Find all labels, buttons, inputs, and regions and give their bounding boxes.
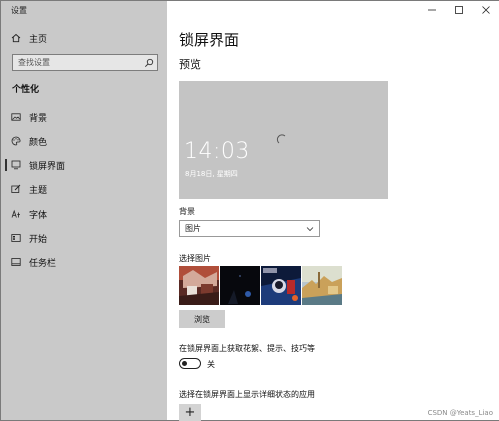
home-icon <box>11 33 21 43</box>
loading-spinner-icon <box>276 134 286 144</box>
sidebar-item-lock-screen[interactable]: 锁屏界面 <box>11 157 65 173</box>
main-content: 锁屏界面 预览 14:03 8月18日, 星期四 背景 图片 选择图片 浏览 在… <box>167 1 499 421</box>
sidebar-item-label: 锁屏界面 <box>29 161 66 172</box>
theme-icon <box>11 184 21 194</box>
watermark: CSDN @Yeats_Liao <box>427 409 493 417</box>
sidebar-item-home[interactable]: 主页 <box>11 30 47 46</box>
thumbnail-2[interactable] <box>220 266 260 305</box>
close-button[interactable] <box>472 1 499 19</box>
start-icon <box>11 233 21 243</box>
thumbnail-4[interactable] <box>302 266 342 305</box>
background-label: 背景 <box>179 207 195 216</box>
lock-screen-preview: 14:03 8月18日, 星期四 <box>179 81 388 199</box>
preview-time: 14:03 <box>184 139 250 164</box>
sidebar-item-colors[interactable]: 颜色 <box>11 133 47 149</box>
page-title: 锁屏界面 <box>179 31 240 49</box>
sidebar-item-label: 开始 <box>29 234 48 245</box>
sidebar-item-label: 字体 <box>29 210 48 221</box>
sidebar-item-taskbar[interactable]: 任务栏 <box>11 254 56 270</box>
search-icon[interactable] <box>144 58 154 68</box>
sidebar-item-themes[interactable]: 主题 <box>11 181 47 197</box>
background-dropdown-value: 图片 <box>185 224 201 233</box>
sidebar-item-start[interactable]: 开始 <box>11 230 47 246</box>
sidebar-item-label: 任务栏 <box>29 258 57 269</box>
caption-buttons <box>418 1 499 19</box>
picture-icon <box>11 112 21 122</box>
browse-button[interactable]: 浏览 <box>179 310 225 328</box>
section-heading: 个性化 <box>12 85 40 95</box>
sidebar: 设置 主页 个性化 背景 颜色 <box>1 1 167 420</box>
picture-thumbnails <box>179 266 342 305</box>
sidebar-item-label: 颜色 <box>29 137 48 148</box>
choose-picture-label: 选择图片 <box>179 254 211 263</box>
detailed-status-label: 选择在锁屏界面上显示详细状态的应用 <box>179 390 315 399</box>
fun-facts-label: 在锁屏界面上获取花絮、提示、技巧等 <box>179 344 315 353</box>
sidebar-item-label: 主页 <box>29 34 48 45</box>
toggle-knob <box>182 360 187 366</box>
palette-icon <box>11 136 21 146</box>
plus-icon: + <box>184 405 196 420</box>
sidebar-item-background[interactable]: 背景 <box>11 109 47 125</box>
search-box[interactable] <box>12 54 158 71</box>
minimize-button[interactable] <box>418 1 445 19</box>
chevron-down-icon <box>306 227 314 232</box>
window-title: 设置 <box>11 6 27 15</box>
background-dropdown[interactable]: 图片 <box>179 220 320 237</box>
thumbnail-3[interactable] <box>261 266 301 305</box>
sidebar-item-label: 主题 <box>29 185 48 196</box>
selected-indicator <box>5 159 7 171</box>
lock-screen-icon <box>11 160 21 170</box>
preview-heading: 预览 <box>179 58 201 71</box>
fun-facts-state: 关 <box>207 360 215 369</box>
fun-facts-toggle[interactable] <box>179 358 201 369</box>
font-icon <box>11 209 21 219</box>
taskbar-icon <box>11 257 21 267</box>
sidebar-item-fonts[interactable]: 字体 <box>11 206 47 222</box>
search-input[interactable] <box>13 57 145 68</box>
thumbnail-1[interactable] <box>179 266 219 305</box>
add-app-button[interactable]: + <box>179 404 201 421</box>
settings-window: 设置 主页 个性化 背景 颜色 <box>0 0 499 421</box>
preview-date: 8月18日, 星期四 <box>185 170 238 178</box>
sidebar-item-label: 背景 <box>29 113 48 124</box>
maximize-button[interactable] <box>445 1 472 19</box>
